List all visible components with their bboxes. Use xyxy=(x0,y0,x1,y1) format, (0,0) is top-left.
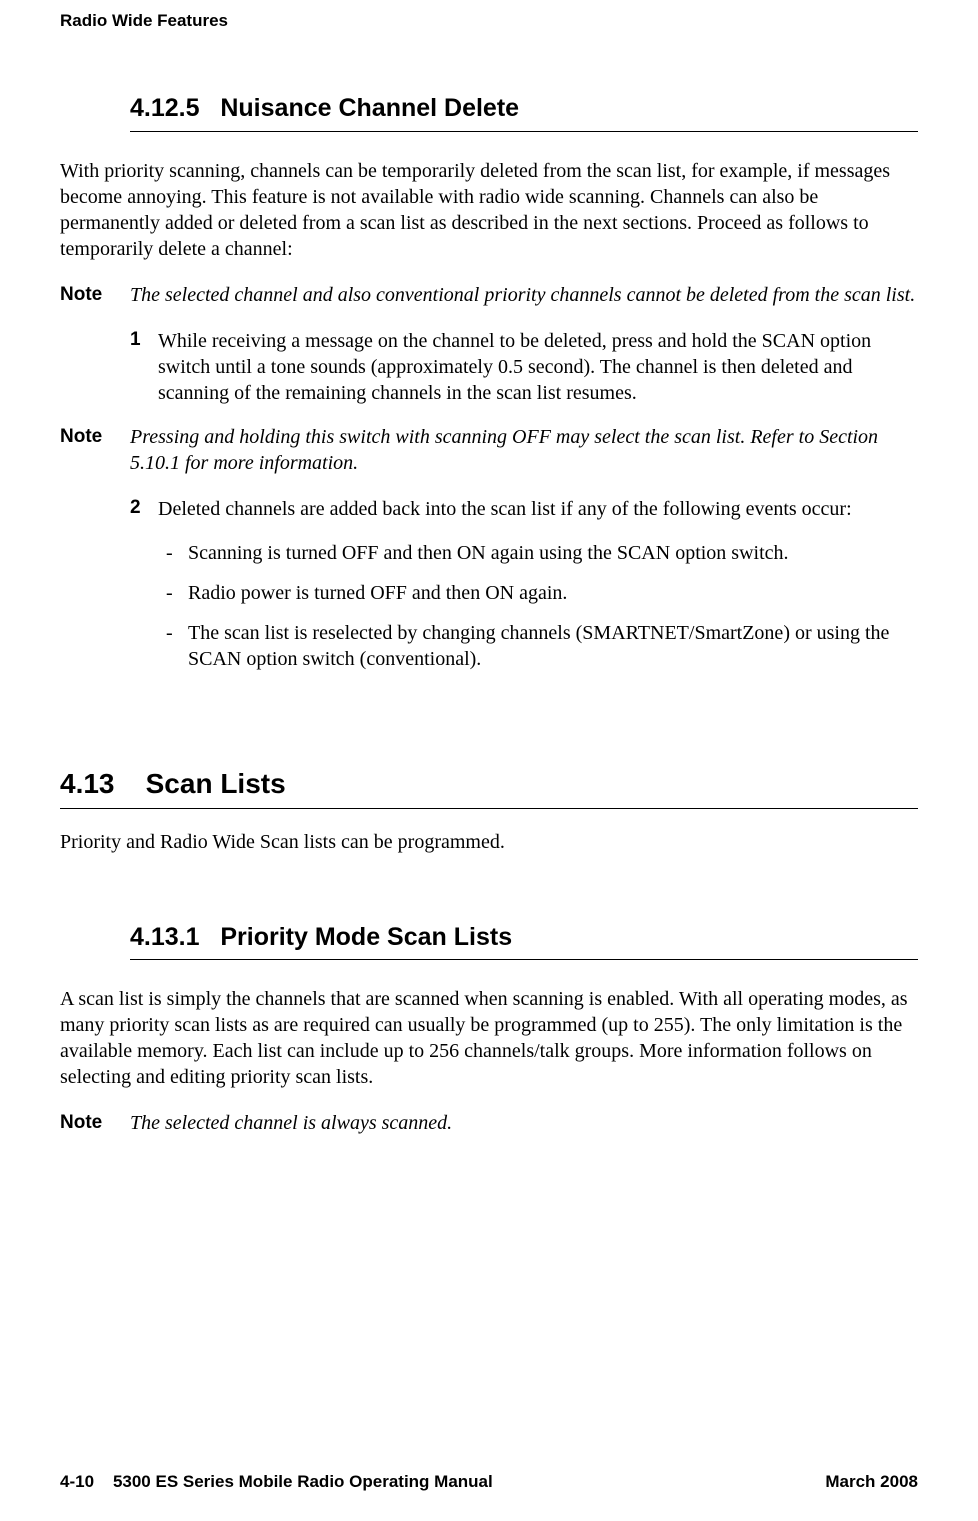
intro-paragraph: With priority scanning, channels can be … xyxy=(60,158,918,262)
note-text: The selected channel is always scanned. xyxy=(130,1110,918,1136)
bullet-item: - Scanning is turned OFF and then ON aga… xyxy=(166,540,918,566)
heading-title: Priority Mode Scan Lists xyxy=(220,923,512,951)
footer-right: March 2008 xyxy=(825,1471,918,1493)
bullet-text: Scanning is turned OFF and then ON again… xyxy=(188,540,918,566)
heading-4-13-1: 4.13.1 Priority Mode Scan Lists xyxy=(130,921,918,961)
step-text: While receiving a message on the channel… xyxy=(158,328,918,406)
heading-number: 4.12.5 xyxy=(130,94,200,122)
intro-paragraph: Priority and Radio Wide Scan lists can b… xyxy=(60,829,918,855)
numbered-step: 1 While receiving a message on the chann… xyxy=(130,328,918,406)
step-number: 2 xyxy=(130,496,158,522)
bullet-dash: - xyxy=(166,540,188,566)
footer-title: 5300 ES Series Mobile Radio Operating Ma… xyxy=(113,1472,493,1491)
note-label: Note xyxy=(60,1110,130,1136)
bullet-item: - The scan list is reselected by changin… xyxy=(166,620,918,672)
note-text: The selected channel and also convention… xyxy=(130,282,918,308)
heading-4-13: 4.13 Scan Lists xyxy=(60,766,918,809)
bullet-text: The scan list is reselected by changing … xyxy=(188,620,918,672)
intro-paragraph: A scan list is simply the channels that … xyxy=(60,986,918,1090)
heading-title: Scan Lists xyxy=(146,768,286,799)
note-label: Note xyxy=(60,282,130,308)
step-number: 1 xyxy=(130,328,158,406)
bullet-item: - Radio power is turned OFF and then ON … xyxy=(166,580,918,606)
heading-number: 4.13 xyxy=(60,768,115,799)
heading-4-12-5: 4.12.5 Nuisance Channel Delete xyxy=(130,92,918,132)
page-footer: 4-10 5300 ES Series Mobile Radio Operati… xyxy=(0,1471,978,1493)
note-block: Note Pressing and holding this switch wi… xyxy=(60,424,918,476)
bullet-text: Radio power is turned OFF and then ON ag… xyxy=(188,580,918,606)
footer-left: 4-10 5300 ES Series Mobile Radio Operati… xyxy=(60,1471,493,1493)
footer-page-number: 4-10 xyxy=(60,1472,94,1491)
note-block: Note The selected channel and also conve… xyxy=(60,282,918,308)
note-text: Pressing and holding this switch with sc… xyxy=(130,424,918,476)
bullet-dash: - xyxy=(166,620,188,672)
numbered-step: 2 Deleted channels are added back into t… xyxy=(130,496,918,522)
bullet-dash: - xyxy=(166,580,188,606)
step-text: Deleted channels are added back into the… xyxy=(158,496,918,522)
heading-number: 4.13.1 xyxy=(130,923,200,951)
running-header: Radio Wide Features xyxy=(60,10,918,32)
heading-title: Nuisance Channel Delete xyxy=(220,94,519,122)
note-block: Note The selected channel is always scan… xyxy=(60,1110,918,1136)
note-label: Note xyxy=(60,424,130,450)
